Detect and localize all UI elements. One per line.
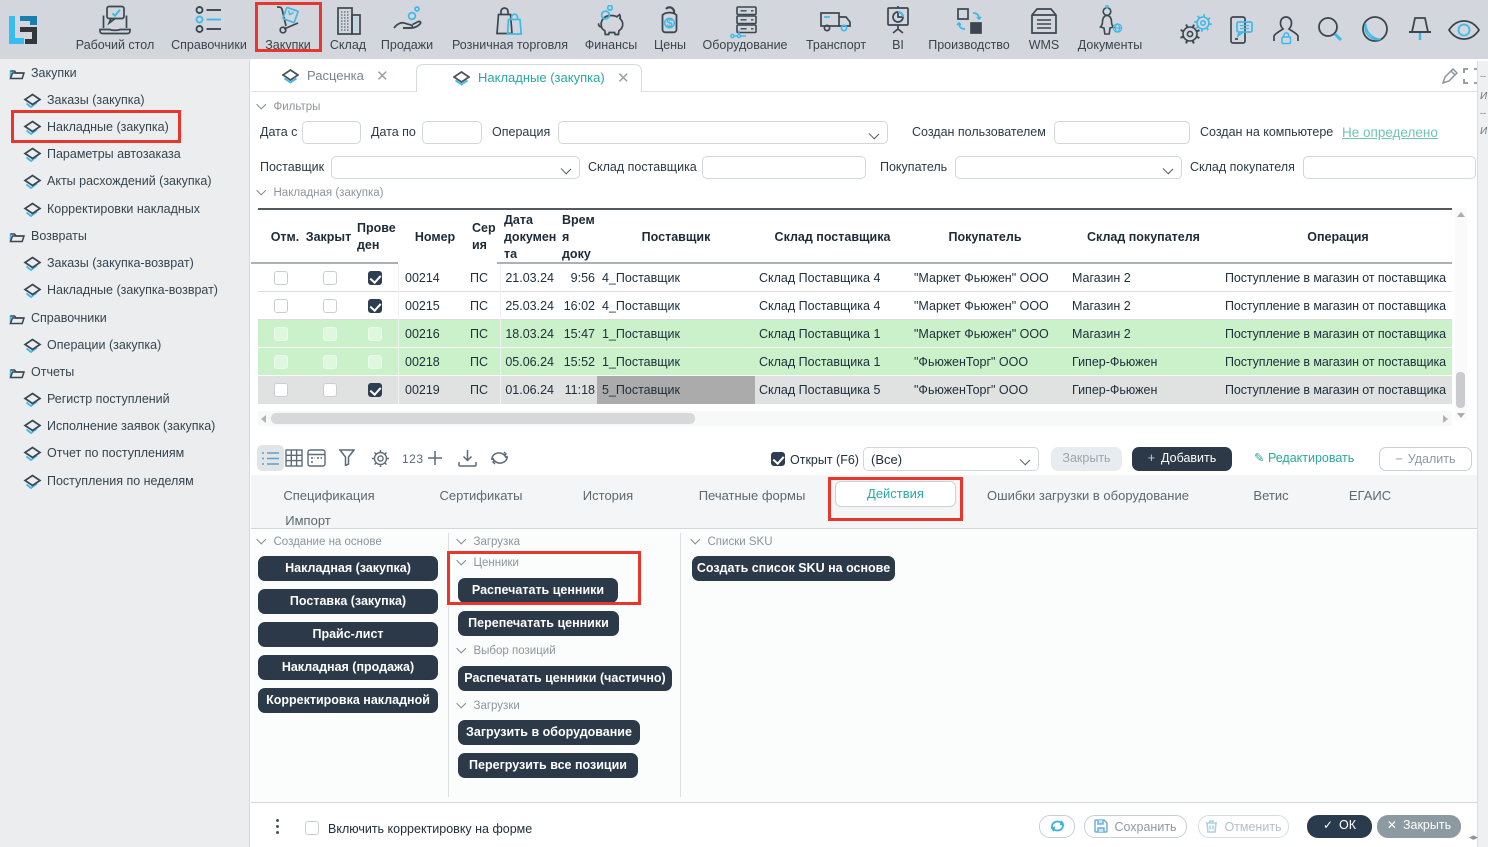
svg-text:$: $ <box>666 18 673 30</box>
